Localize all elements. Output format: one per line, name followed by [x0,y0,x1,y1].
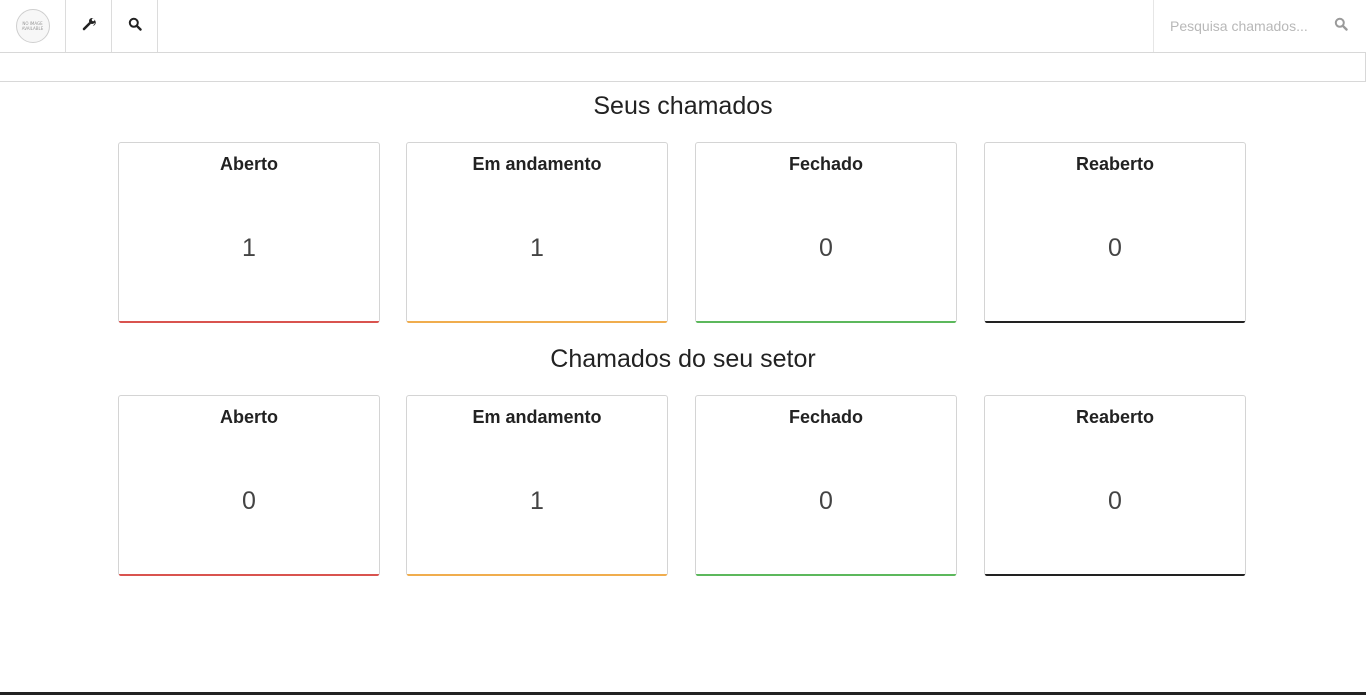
avatar[interactable]: NO IMAGE AVAILABLE [15,9,50,43]
status-card-reopened[interactable]: Reaberto 0 [984,142,1246,323]
card-count: 0 [819,234,833,262]
card-status-bar [119,574,379,576]
search-submit-button[interactable] [1330,15,1352,37]
card-count: 0 [242,487,256,515]
card-count: 1 [530,234,544,262]
logo-text-line2: AVAILABLE [21,26,44,31]
card-status-bar [407,321,667,323]
card-count: 1 [242,234,256,262]
card-count: 0 [819,487,833,515]
sub-header-bar [0,53,1366,82]
search-icon [1334,17,1348,36]
status-card-reopened[interactable]: Reaberto 0 [984,395,1246,576]
status-card-open[interactable]: Aberto 1 [118,142,380,323]
card-count: 0 [1108,487,1122,515]
card-status-bar [696,574,956,576]
card-label: Em andamento [472,154,602,174]
search-box [1153,0,1366,52]
card-label: Em andamento [472,407,602,427]
card-status-bar [985,321,1245,323]
card-label: Reaberto [1075,407,1155,427]
section-title-sector-tickets: Chamados do seu setor [550,345,816,373]
card-status-bar [407,574,667,576]
card-label: Fechado [788,407,863,427]
settings-button[interactable] [66,0,112,52]
status-card-in-progress[interactable]: Em andamento 1 [406,142,668,323]
card-status-bar [985,574,1245,576]
status-card-closed[interactable]: Fechado 0 [695,142,957,323]
card-status-bar [119,321,379,323]
status-card-open[interactable]: Aberto 0 [118,395,380,576]
card-label: Aberto [220,154,278,174]
search-input[interactable] [1170,18,1330,34]
card-count: 0 [1108,234,1122,262]
card-status-bar [696,321,956,323]
wrench-icon [82,17,96,36]
logo-cell[interactable]: NO IMAGE AVAILABLE [0,0,66,52]
search-icon [128,17,142,36]
section-title-my-tickets: Seus chamados [593,92,773,120]
status-card-closed[interactable]: Fechado 0 [695,395,957,576]
card-count: 1 [530,487,544,515]
card-label: Reaberto [1075,154,1155,174]
navbar-spacer [158,0,1153,52]
top-navbar: NO IMAGE AVAILABLE [0,0,1366,53]
card-label: Aberto [220,407,278,427]
card-label: Fechado [788,154,863,174]
status-card-in-progress[interactable]: Em andamento 1 [406,395,668,576]
search-nav-button[interactable] [112,0,158,52]
